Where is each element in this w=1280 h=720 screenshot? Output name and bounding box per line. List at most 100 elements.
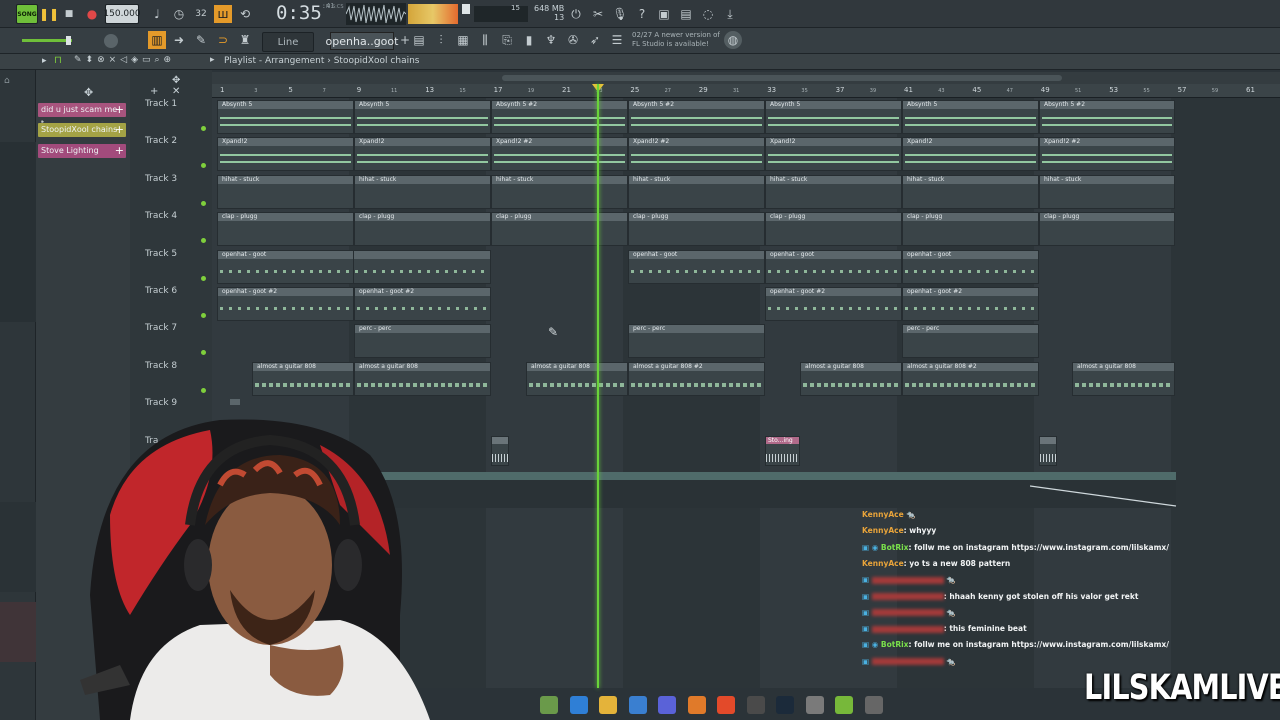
clip-t1[interactable]: Absynth 5	[765, 100, 902, 134]
channel-rack-view-icon[interactable]: ⫼	[476, 31, 494, 49]
clip-t3[interactable]: hihat - stuck	[217, 174, 354, 209]
clip-t2[interactable]: Xpand!2 #2	[491, 137, 628, 172]
track-mute-led[interactable]	[201, 313, 206, 318]
track-mute-led[interactable]	[201, 350, 206, 356]
clip-t5[interactable]: openhat - goot	[765, 249, 902, 284]
add-icon[interactable]: +	[115, 144, 124, 158]
track-name-5[interactable]: Track 5	[145, 249, 177, 259]
track-name-9[interactable]: Track 9	[145, 398, 177, 408]
tools-icon[interactable]: ✂	[589, 5, 607, 23]
clip-t2[interactable]: Xpand!2	[902, 137, 1039, 172]
track-name-3[interactable]: Track 3	[145, 174, 177, 184]
clip-t5[interactable]: openhat - goot	[217, 249, 354, 284]
clip-t4[interactable]: clap - plugg	[217, 212, 354, 247]
track-name-8[interactable]: Track 8	[145, 361, 177, 371]
picker-item-0[interactable]: did u just scam me t...+	[38, 103, 126, 128]
plugin-icon[interactable]: ♆	[542, 31, 560, 49]
stamp-icon[interactable]: ♜	[236, 31, 254, 49]
clip-t4[interactable]: clap - plugg	[354, 212, 491, 247]
clip-t7[interactable]: perc - perc	[354, 324, 491, 359]
add-icon[interactable]: +	[115, 103, 124, 117]
clip-t5[interactable]: openhat - goot	[628, 249, 765, 284]
power-icon[interactable]: ⏻	[567, 5, 585, 23]
clip-t6[interactable]: openhat - goot #2	[217, 287, 354, 321]
clip-t6[interactable]: openhat - goot #2	[902, 287, 1039, 321]
collapse-icon[interactable]: ✕	[172, 86, 180, 97]
track-mute-led[interactable]	[201, 200, 206, 206]
timeline-scrollbar[interactable]	[212, 72, 1280, 84]
clip-t4[interactable]: clap - plugg	[628, 212, 765, 247]
download-icon[interactable]: ⤓	[721, 5, 739, 23]
globe-icon[interactable]: ◍	[724, 31, 742, 49]
loop-record-icon[interactable]: ⟲	[236, 5, 254, 23]
store-icon[interactable]	[628, 696, 647, 714]
track-name-4[interactable]: Track 4	[145, 211, 177, 221]
tempo-field[interactable]: 150.000	[103, 4, 141, 24]
mixer-view-icon[interactable]: ⫶	[432, 31, 450, 49]
nvidia-icon[interactable]	[835, 696, 853, 714]
track-mute-led[interactable]	[201, 238, 206, 244]
audio-clip[interactable]	[491, 435, 509, 466]
steam-icon[interactable]	[776, 696, 794, 714]
clip-t8[interactable]: almost a guitar 808 #2	[628, 361, 765, 396]
clip-t3[interactable]: hihat - stuck	[491, 174, 628, 209]
clip-t4[interactable]: clap - plugg	[491, 212, 628, 247]
audio-clip[interactable]	[1039, 435, 1057, 466]
picker-arrows-icon[interactable]: ✥	[84, 86, 93, 99]
master-volume-knob[interactable]	[66, 36, 71, 45]
clip-t1[interactable]: Absynth 5 #2	[1039, 100, 1175, 134]
clip-t1[interactable]: Absynth 5	[902, 100, 1039, 134]
help-icon[interactable]: ?	[633, 5, 651, 23]
timeline-ruler[interactable]: 1 5 9 13 17 21 25 29 33 37 41 45 49 53 57 61 3 7 11 15 19 23 2…	[212, 84, 1280, 98]
track-mute-led[interactable]	[201, 163, 206, 169]
clip-t1[interactable]: Absynth 5 #2	[628, 100, 765, 134]
plant-icon[interactable]	[540, 696, 558, 714]
4k-icon[interactable]	[864, 696, 883, 714]
clip-t3[interactable]: hihat - stuck	[628, 174, 765, 209]
play-arrow-icon[interactable]: ➜	[170, 31, 188, 49]
snap-magnet-icon[interactable]: ⊓	[54, 55, 62, 66]
track-arrows-icon[interactable]: ✥	[172, 75, 180, 86]
playlist-arrow-icon[interactable]: ▸	[210, 55, 215, 65]
clip-t2[interactable]: Xpand!2	[765, 137, 902, 172]
clip-t6[interactable]: openhat - goot #2	[765, 287, 902, 321]
playlist-tools-icon[interactable]: ✎⬍⊗⨯◁◈▭⌕⊕	[74, 55, 175, 65]
track-name-2[interactable]: Track 2	[145, 136, 177, 146]
copilot-icon[interactable]	[569, 696, 588, 714]
tool-icon[interactable]: ✇	[564, 31, 582, 49]
track-mute-led[interactable]	[201, 275, 206, 281]
clip-t3[interactable]: hihat - stuck	[354, 174, 491, 209]
master-pitch-knob[interactable]	[104, 34, 118, 48]
track-name-7[interactable]: Track 7	[145, 323, 177, 333]
save-icon[interactable]: ▣	[655, 5, 673, 23]
clip-t3[interactable]: hihat - stuck	[1039, 174, 1175, 209]
clip-t7[interactable]: perc - perc	[902, 324, 1039, 359]
app-icon[interactable]	[805, 696, 824, 714]
brave-icon[interactable]	[717, 696, 735, 714]
mixer-icon[interactable]: ▤	[677, 5, 695, 23]
add-track-icon[interactable]: +	[150, 86, 158, 97]
clip-t1[interactable]: Absynth 5 #2	[491, 100, 628, 134]
clip-t3[interactable]: hihat - stuck	[902, 174, 1039, 209]
clip-t4[interactable]: clap - plugg	[765, 212, 902, 247]
plugin-picker-icon[interactable]: ▮	[520, 31, 538, 49]
audio-clip[interactable]: Sto...ing	[765, 435, 800, 466]
clip-t4[interactable]: clap - plugg	[902, 212, 1039, 247]
browser-list-2[interactable]	[0, 502, 36, 592]
browser-view-icon[interactable]: ⎘	[498, 31, 516, 49]
pause-icon[interactable]: ❚❚	[39, 5, 59, 23]
fl-studio-icon[interactable]	[687, 696, 706, 714]
clip-t8[interactable]: almost a guitar 808	[1072, 361, 1175, 396]
track-name-1[interactable]: Track 1	[145, 99, 177, 109]
microphone-icon[interactable]: 🎙	[611, 5, 629, 23]
clip-t8[interactable]: almost a guitar 808	[526, 361, 628, 396]
clip-t8[interactable]: almost a guitar 808	[252, 361, 354, 396]
picker-item-2[interactable]: Stove Lighting +	[38, 144, 126, 158]
song-mode-button[interactable]: SONG	[16, 4, 38, 24]
metronome-icon[interactable]: ♩	[148, 5, 166, 23]
clip-t2[interactable]: Xpand!2	[217, 137, 354, 172]
update-hint[interactable]: 02/27 A newer version of FL Studio is av…	[632, 31, 720, 49]
playlist-view-icon[interactable]: ▤	[410, 31, 428, 49]
master-volume-slider[interactable]	[22, 39, 72, 42]
countdown-icon[interactable]: ◷	[170, 5, 188, 23]
